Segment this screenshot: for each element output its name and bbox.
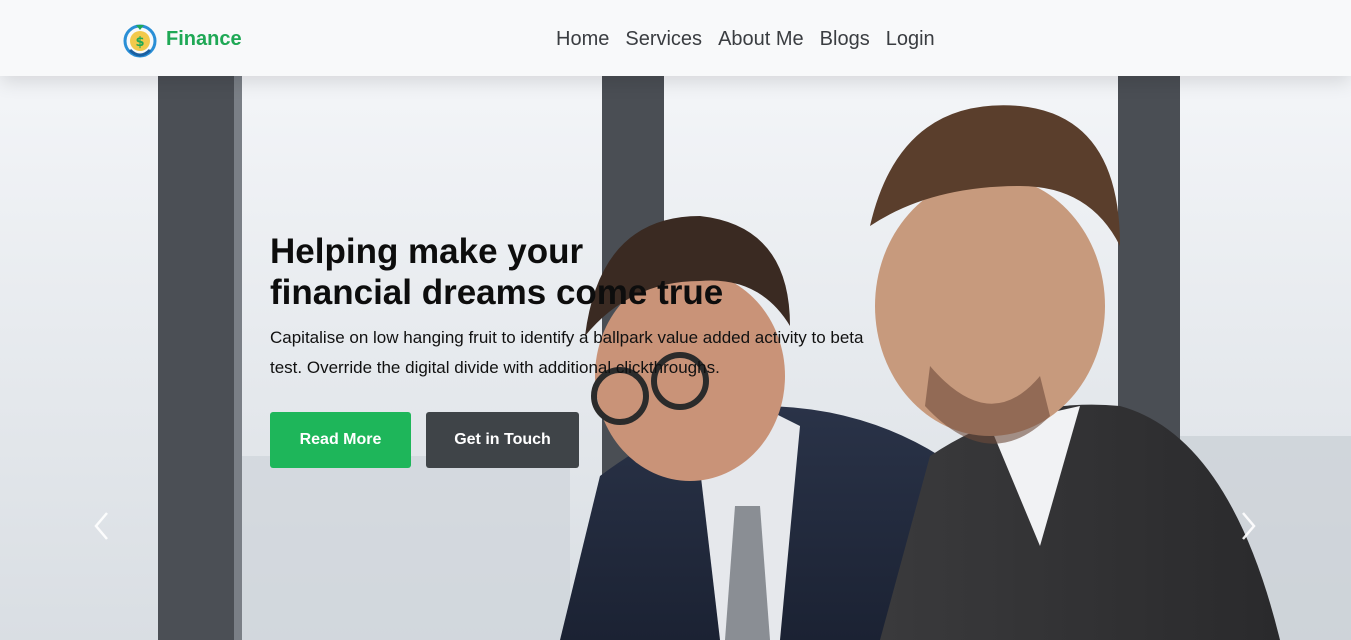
get-in-touch-button[interactable]: Get in Touch [426,412,579,468]
chevron-right-icon [1242,512,1256,540]
nav-blogs[interactable]: Blogs [820,26,870,52]
hero-buttons: Read More Get in Touch [270,412,910,468]
hero-content: Helping make your financial dreams come … [270,231,910,468]
carousel-prev-button[interactable] [82,506,122,546]
main-nav: Home Services About Me Blogs Login [548,26,943,52]
nav-about-me[interactable]: About Me [718,26,804,52]
nav-login[interactable]: Login [886,26,935,52]
hero-carousel: Helping make your financial dreams come … [0,76,1351,640]
hero-title-line-2: financial dreams come true [270,273,724,312]
brand-name: Finance [166,27,242,50]
nav-services[interactable]: Services [625,26,702,52]
chevron-left-icon [94,512,108,540]
brand[interactable]: $ Finance [122,20,242,58]
hero-title: Helping make your financial dreams come … [270,231,910,313]
money-bag-dollar-icon: $ [123,24,157,58]
hero-title-line-1: Helping make your [270,232,584,271]
navbar: $ Finance Home Services About Me Blogs L… [0,0,1351,76]
carousel-next-button[interactable] [1228,506,1268,546]
svg-text:$: $ [135,35,144,50]
read-more-button[interactable]: Read More [270,412,411,468]
nav-home[interactable]: Home [556,26,609,52]
hero-text: Capitalise on low hanging fruit to ident… [270,328,864,377]
